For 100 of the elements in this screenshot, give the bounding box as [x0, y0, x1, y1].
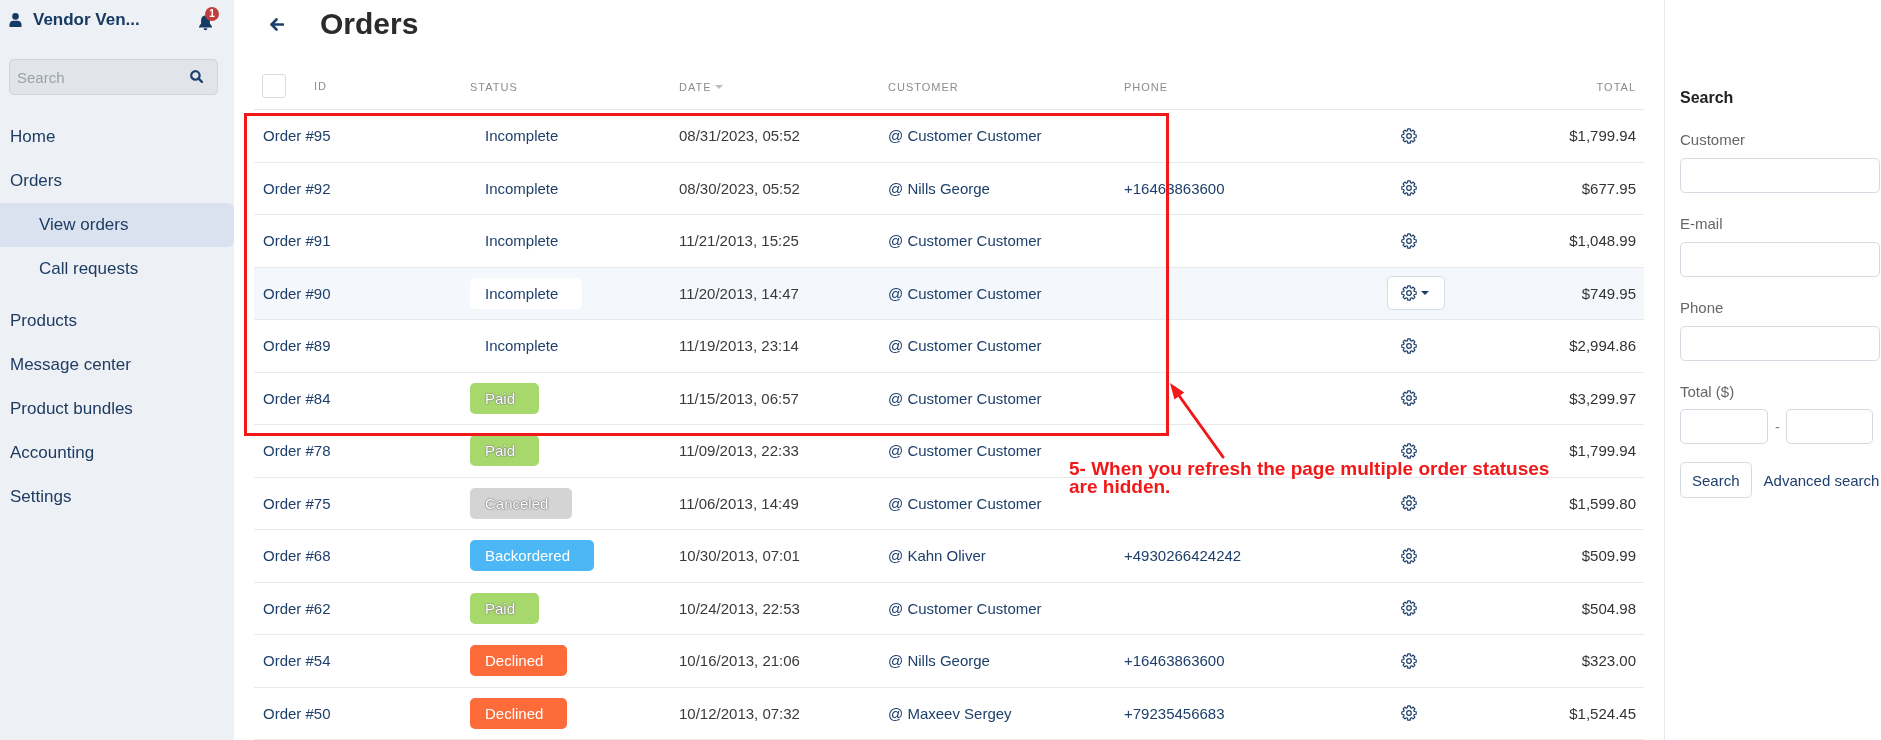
nav-item[interactable]: Accounting [0, 431, 234, 475]
gear-icon [1401, 285, 1417, 302]
order-total: $749.95 [1581, 284, 1636, 302]
gear-icon[interactable] [1401, 442, 1417, 459]
nav-item[interactable]: Settings [0, 475, 234, 519]
order-date: 11/09/2013, 22:33 [679, 442, 799, 460]
order-total: $323.00 [1581, 652, 1636, 670]
gear-icon[interactable] [1401, 390, 1417, 407]
order-total: $2,994.86 [1569, 337, 1636, 355]
search-button[interactable]: Search [1680, 462, 1752, 498]
order-link[interactable]: Order #68 [263, 547, 331, 565]
page-title: Orders [320, 6, 419, 42]
gear-icon[interactable] [1401, 337, 1417, 354]
input-field[interactable] [1786, 409, 1873, 444]
gear-icon[interactable] [1401, 495, 1417, 512]
order-link[interactable]: Order #50 [263, 704, 331, 722]
gear-icon[interactable] [1401, 600, 1417, 617]
notification-badge: 1 [205, 7, 219, 21]
phone-link[interactable]: +79235456683 [1124, 704, 1225, 722]
phone-link[interactable]: +4930266424242 [1124, 547, 1242, 565]
order-date: 10/12/2013, 07:32 [679, 704, 800, 722]
order-link[interactable]: Order #89 [263, 337, 331, 355]
customer-link[interactable]: @ Customer Customer [888, 494, 1042, 512]
order-link[interactable]: Order #75 [263, 494, 331, 512]
order-date: 08/31/2023, 05:52 [679, 127, 800, 145]
order-link[interactable]: Order #95 [263, 127, 331, 145]
gear-icon[interactable] [1401, 547, 1417, 564]
order-total: $504.98 [1581, 599, 1636, 617]
order-total: $1,599.80 [1569, 494, 1636, 512]
customer-link[interactable]: @ Customer Customer [888, 284, 1042, 302]
order-date: 11/19/2013, 23:14 [679, 337, 799, 355]
nav-subitem[interactable]: View orders [0, 203, 234, 247]
customer-link[interactable]: @ Nills George [888, 179, 990, 197]
gear-icon[interactable] [1401, 652, 1417, 669]
order-link[interactable]: Order #92 [263, 179, 331, 197]
gear-icon[interactable] [1401, 127, 1417, 144]
status-badge: Declined [470, 645, 568, 677]
customer-link[interactable]: @ Customer Customer [888, 337, 1042, 355]
input-field[interactable] [1680, 326, 1880, 361]
nav-item[interactable]: Message center [0, 343, 234, 387]
input-field[interactable] [1680, 158, 1880, 193]
order-date: 11/21/2013, 15:25 [679, 232, 799, 250]
input-field[interactable] [1680, 409, 1768, 444]
back-arrow-icon[interactable] [270, 17, 284, 31]
order-link[interactable]: Order #84 [263, 389, 331, 407]
order-total: $1,524.45 [1569, 704, 1636, 722]
nav-item[interactable]: Home [0, 115, 234, 159]
panel-title: Search [1680, 88, 1734, 108]
order-link[interactable]: Order #62 [263, 599, 331, 617]
column-header[interactable]: TOTAL [1596, 80, 1636, 93]
column-header[interactable]: STATUS [470, 80, 518, 93]
input-field[interactable] [1680, 242, 1880, 277]
column-header[interactable]: CUSTOMER [888, 80, 959, 93]
advanced-search-link[interactable]: Advanced search [1763, 471, 1880, 489]
customer-link[interactable]: @ Kahn Oliver [888, 547, 986, 565]
nav-subitem[interactable]: Call requests [0, 247, 234, 291]
order-total: $677.95 [1581, 179, 1636, 197]
order-total: $3,299.97 [1569, 389, 1636, 407]
order-link[interactable]: Order #78 [263, 442, 331, 460]
order-total: $509.99 [1581, 547, 1636, 565]
customer-link[interactable]: @ Customer Customer [888, 442, 1042, 460]
status-badge: Incomplete [470, 277, 583, 309]
customer-link[interactable]: @ Customer Customer [888, 232, 1042, 250]
search-field[interactable]: Search [9, 59, 218, 95]
gear-icon[interactable] [1401, 705, 1417, 722]
customer-link[interactable]: @ Customer Customer [888, 599, 1042, 617]
column-header[interactable]: DATE [679, 80, 712, 93]
status-badge: Declined [470, 697, 568, 729]
gear-icon[interactable] [1401, 180, 1417, 197]
order-link[interactable]: Order #54 [263, 652, 331, 670]
order-date: 11/06/2013, 14:49 [679, 494, 799, 512]
column-header[interactable]: PHONE [1124, 80, 1169, 93]
status-badge: Paid [470, 435, 540, 467]
customer-link[interactable]: @ Nills George [888, 652, 990, 670]
phone-link[interactable]: +16463863600 [1124, 652, 1225, 670]
order-total: $1,799.94 [1569, 127, 1636, 145]
order-link[interactable]: Order #90 [263, 284, 331, 302]
search-icon[interactable] [190, 70, 203, 83]
gear-icon[interactable] [1401, 232, 1417, 249]
customer-link[interactable]: @ Customer Customer [888, 389, 1042, 407]
field-label: E-mail [1680, 214, 1723, 234]
customer-link[interactable]: @ Customer Customer [888, 127, 1042, 145]
status-badge: Canceled [470, 487, 573, 519]
order-link[interactable]: Order #91 [263, 232, 331, 250]
nav-item[interactable]: Products [0, 299, 234, 343]
order-date: 11/15/2013, 06:57 [679, 389, 799, 407]
field-label: Total ($) [1680, 382, 1735, 402]
select-all-checkbox[interactable] [262, 73, 286, 98]
order-total: $1,799.94 [1569, 442, 1636, 460]
nav-item[interactable]: Product bundles [0, 387, 234, 431]
status-badge: Backordered [470, 540, 595, 572]
order-date: 10/30/2013, 07:01 [679, 547, 800, 565]
customer-link[interactable]: @ Maxeev Sergey [888, 704, 1012, 722]
actions-button[interactable] [1387, 276, 1445, 311]
status-badge: Paid [470, 382, 540, 414]
field-label: Customer [1680, 130, 1746, 150]
user-name[interactable]: Vendor Ven... [33, 10, 140, 30]
status-badge: Paid [470, 592, 540, 624]
order-date: 11/20/2013, 14:47 [679, 284, 799, 302]
nav-item[interactable]: Orders [0, 159, 234, 203]
